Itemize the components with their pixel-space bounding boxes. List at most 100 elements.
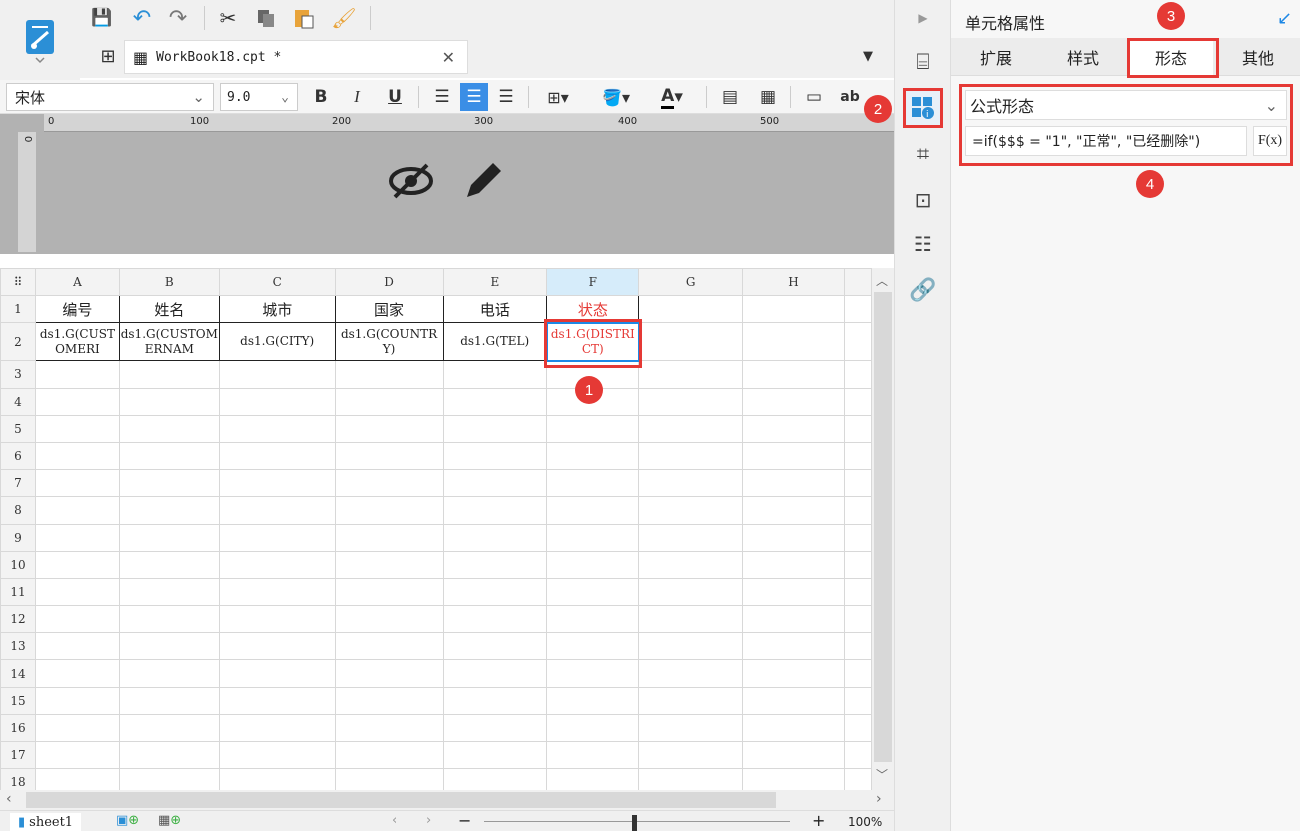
cell[interactable] — [34, 686, 120, 715]
cell[interactable] — [638, 740, 744, 770]
cell[interactable] — [638, 469, 744, 498]
cell[interactable] — [546, 523, 640, 552]
horizontal-scrollbar[interactable]: ‹ › — [0, 790, 894, 810]
cell[interactable] — [118, 360, 220, 389]
cell[interactable] — [843, 740, 872, 770]
spreadsheet-grid[interactable]: ⠿ A B C D E F G H 1 编号 姓名 城市 国家 电话 状态 2 … — [0, 268, 872, 790]
cell[interactable] — [34, 605, 120, 634]
merge-cells-icon[interactable]: ▤ — [716, 83, 744, 111]
cell[interactable] — [118, 632, 220, 661]
cell[interactable] — [334, 414, 444, 443]
cell[interactable] — [638, 414, 744, 443]
cell[interactable] — [742, 686, 845, 715]
align-right-icon[interactable]: ☰ — [492, 83, 520, 111]
cell[interactable] — [218, 441, 336, 471]
cell[interactable] — [34, 577, 120, 607]
collapse-panel-icon[interactable]: ▶ — [915, 8, 931, 28]
cell[interactable] — [742, 713, 845, 743]
cell[interactable] — [218, 360, 336, 389]
bold-button[interactable]: B — [308, 83, 334, 111]
cell[interactable] — [442, 387, 548, 416]
cell[interactable] — [34, 768, 120, 790]
column-header[interactable]: E — [442, 268, 548, 297]
cell[interactable] — [442, 496, 548, 525]
cell[interactable] — [34, 550, 120, 579]
data-cell[interactable]: ds1.G(CITY) — [218, 322, 336, 362]
widget-settings-icon[interactable]: ⊡ — [907, 184, 939, 216]
cell[interactable] — [546, 740, 640, 770]
cell[interactable] — [546, 713, 640, 743]
cell[interactable] — [218, 686, 336, 715]
cell[interactable] — [218, 713, 336, 743]
cell[interactable] — [742, 632, 845, 661]
cell[interactable] — [442, 441, 548, 471]
cell-element-icon[interactable]: ⌸ — [907, 46, 939, 78]
sheet-tab[interactable]: ▮ sheet1 — [10, 813, 82, 832]
row-header[interactable]: 18 — [0, 768, 36, 790]
cell[interactable] — [218, 740, 336, 770]
column-header[interactable]: A — [34, 268, 120, 297]
save-icon[interactable]: 💾 — [88, 4, 116, 32]
cell[interactable] — [843, 295, 872, 324]
cell[interactable] — [742, 550, 845, 579]
cell[interactable] — [546, 496, 640, 525]
align-left-icon[interactable]: ☰ — [428, 83, 456, 111]
row-header[interactable]: 10 — [0, 550, 36, 579]
cell[interactable] — [218, 632, 336, 661]
cell[interactable] — [218, 469, 336, 498]
cell[interactable] — [442, 659, 548, 688]
cell[interactable] — [34, 414, 120, 443]
form-type-select[interactable]: 公式形态 ⌄ — [965, 90, 1287, 120]
tab-workbook[interactable]: ▦ WorkBook18.cpt * ✕ — [124, 40, 468, 74]
cell[interactable] — [118, 469, 220, 498]
cell[interactable] — [742, 441, 845, 471]
cell[interactable] — [442, 768, 548, 790]
undo-icon[interactable]: ↶ — [128, 4, 156, 32]
cell[interactable] — [334, 632, 444, 661]
scroll-thumb[interactable] — [874, 292, 892, 762]
header-cell[interactable]: 姓名 — [118, 295, 220, 324]
cell-attribute-icon[interactable]: i — [903, 88, 943, 128]
cell[interactable] — [546, 577, 640, 607]
row-header[interactable]: 7 — [0, 469, 36, 498]
cell[interactable] — [334, 686, 444, 715]
cell[interactable] — [742, 387, 845, 416]
cell[interactable] — [218, 659, 336, 688]
scroll-right-icon[interactable]: › — [876, 791, 882, 807]
data-cell[interactable]: ds1.G(COUNTRY) — [334, 322, 444, 362]
cell[interactable] — [742, 577, 845, 607]
scroll-up-icon[interactable]: ︿ — [876, 272, 888, 289]
cell[interactable] — [218, 768, 336, 790]
cell[interactable] — [218, 496, 336, 525]
column-header[interactable]: G — [638, 268, 744, 297]
row-header[interactable]: 4 — [0, 387, 36, 416]
cell[interactable] — [334, 496, 444, 525]
cell[interactable] — [442, 605, 548, 634]
cell[interactable] — [118, 713, 220, 743]
cell[interactable] — [638, 550, 744, 579]
cell[interactable] — [442, 686, 548, 715]
cell[interactable] — [546, 768, 640, 790]
column-header[interactable]: B — [118, 268, 220, 297]
cell[interactable] — [334, 441, 444, 471]
cell[interactable] — [442, 550, 548, 579]
data-cell[interactable]: ds1.G(CUSTOMERI — [34, 322, 120, 362]
row-header[interactable]: 6 — [0, 441, 36, 471]
cell[interactable] — [638, 322, 744, 362]
cell[interactable] — [334, 387, 444, 416]
align-center-icon[interactable]: ☰ — [460, 83, 488, 111]
font-color-icon[interactable]: A ▾ — [650, 83, 694, 111]
close-icon[interactable]: ✕ — [442, 48, 455, 67]
redo-icon[interactable]: ↷ — [164, 4, 192, 32]
scroll-thumb[interactable] — [26, 792, 776, 808]
underline-button[interactable]: U — [382, 83, 408, 111]
cell[interactable] — [118, 414, 220, 443]
hide-header-icon[interactable] — [386, 158, 436, 204]
cell[interactable] — [843, 713, 872, 743]
scroll-left-icon[interactable]: ‹ — [6, 791, 12, 807]
cell[interactable] — [843, 768, 872, 790]
row-header[interactable]: 12 — [0, 605, 36, 634]
column-header[interactable]: D — [334, 268, 444, 297]
cell[interactable] — [442, 523, 548, 552]
cell[interactable] — [218, 387, 336, 416]
